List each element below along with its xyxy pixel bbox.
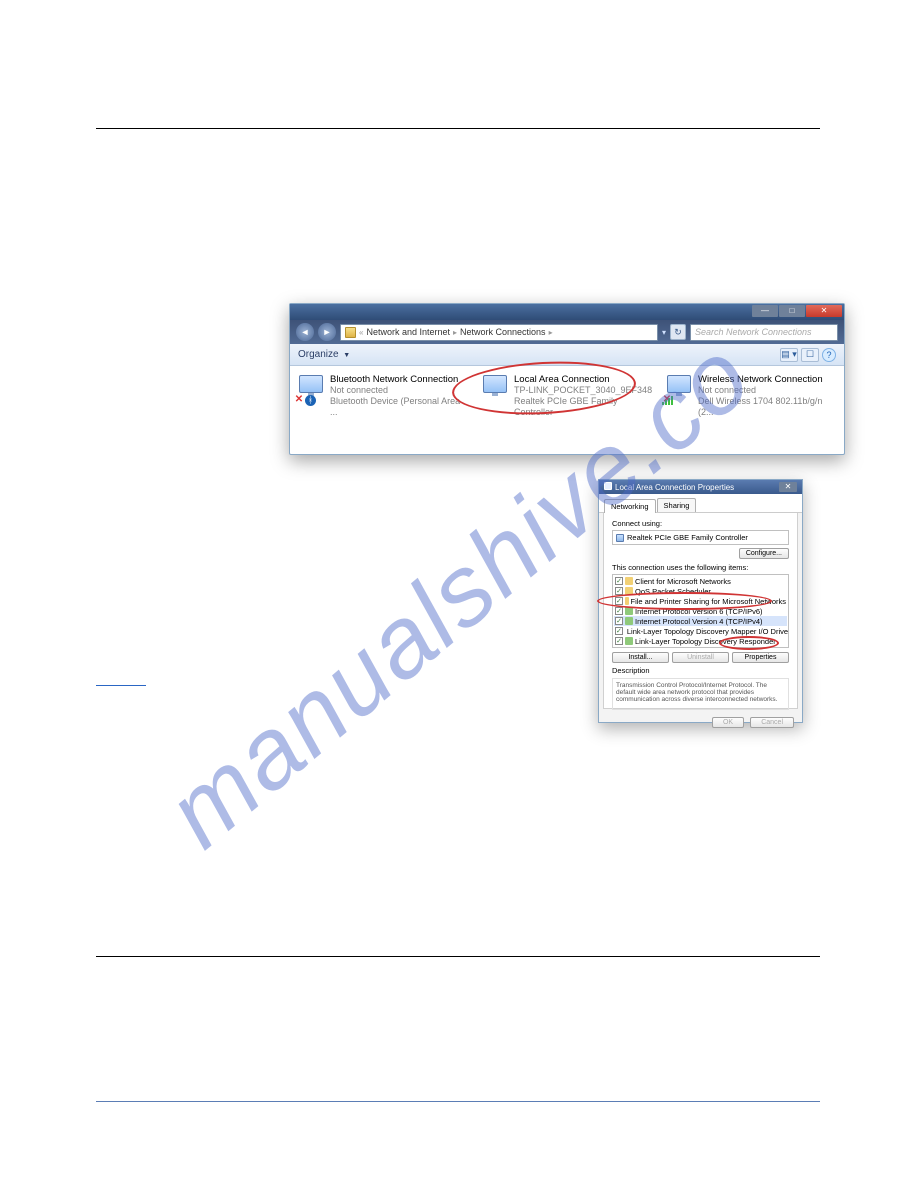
dropdown-chevron-icon[interactable]: ▾ xyxy=(662,328,666,337)
description-label: Description xyxy=(612,666,789,675)
connection-name: Wireless Network Connection xyxy=(698,374,838,385)
window-close-button[interactable]: ✕ xyxy=(806,305,842,317)
connection-wireless[interactable]: ✕ Wireless Network Connection Not connec… xyxy=(664,374,838,418)
window-titlebar[interactable]: — □ ✕ xyxy=(290,304,844,320)
annotation-circle xyxy=(719,636,779,650)
organize-menu[interactable]: Organize ▼ xyxy=(298,349,350,360)
window-minimize-button[interactable]: — xyxy=(752,305,778,317)
item-label: Link-Layer Topology Discovery Mapper I/O… xyxy=(627,627,789,636)
nav-forward-button[interactable]: ► xyxy=(318,323,336,341)
signal-bars-icon xyxy=(662,395,674,405)
horizontal-rule xyxy=(96,956,820,957)
breadcrumb-bar[interactable]: « Network and Internet ▸ Network Connect… xyxy=(340,324,658,341)
help-button[interactable]: ? xyxy=(822,348,836,362)
search-input[interactable]: Search Network Connections xyxy=(690,324,838,341)
checkbox-icon[interactable]: ✓ xyxy=(615,617,623,625)
list-item[interactable]: ✓ Link-Layer Topology Discovery Mapper I/… xyxy=(614,626,787,636)
properties-button[interactable]: Properties xyxy=(732,652,789,663)
adapter-field: Realtek PCIe GBE Family Controller xyxy=(612,530,789,545)
ok-button[interactable]: OK xyxy=(712,717,744,728)
adapter-name: Realtek PCIe GBE Family Controller xyxy=(627,533,748,542)
network-adapter-icon xyxy=(616,534,624,542)
dialog-titlebar[interactable]: Local Area Connection Properties ✕ xyxy=(599,480,802,494)
item-label: Internet Protocol Version 4 (TCP/IPv4) xyxy=(635,617,763,626)
window-maximize-button[interactable]: □ xyxy=(779,305,805,317)
connect-using-label: Connect using: xyxy=(612,519,789,528)
list-item-selected[interactable]: ✓ Internet Protocol Version 4 (TCP/IPv4) xyxy=(614,616,787,626)
annotation-circle xyxy=(597,592,772,610)
protocol-icon xyxy=(625,637,633,645)
preview-pane-button[interactable]: ☐ xyxy=(801,348,819,362)
checkbox-icon[interactable]: ✓ xyxy=(615,627,623,635)
dialog-body: Connect using: Realtek PCIe GBE Family C… xyxy=(603,513,798,709)
list-item[interactable]: ✓ Client for Microsoft Networks xyxy=(614,576,787,586)
cancel-button[interactable]: Cancel xyxy=(750,717,794,728)
install-button[interactable]: Install... xyxy=(612,652,669,663)
link-underline-fragment xyxy=(96,685,146,686)
address-toolbar: ◄ ► « Network and Internet ▸ Network Con… xyxy=(290,320,844,344)
organize-label: Organize xyxy=(298,349,339,360)
dialog-footer: OK Cancel xyxy=(599,713,802,732)
connection-status: Not connected xyxy=(330,385,470,396)
tab-sharing[interactable]: Sharing xyxy=(657,498,697,512)
connection-name: Bluetooth Network Connection xyxy=(330,374,470,385)
folder-icon xyxy=(345,327,356,338)
bluetooth-connection-icon: ✕ ᚼ xyxy=(296,374,326,404)
breadcrumb-item[interactable]: Network and Internet xyxy=(366,327,450,337)
checkbox-icon[interactable]: ✓ xyxy=(615,577,623,585)
description-text: Transmission Control Protocol/Internet P… xyxy=(612,678,789,710)
dialog-title: Local Area Connection Properties xyxy=(615,483,734,492)
tab-bar: Networking Sharing xyxy=(599,494,802,513)
uninstall-button: Uninstall xyxy=(672,652,729,663)
protocol-icon xyxy=(625,617,633,625)
connection-status: Not connected xyxy=(698,385,838,396)
nav-back-button[interactable]: ◄ xyxy=(296,323,314,341)
item-label: Client for Microsoft Networks xyxy=(635,577,731,586)
breadcrumb-separator: ▸ xyxy=(549,328,553,337)
connection-device: Dell Wireless 1704 802.11b/g/n (2... xyxy=(698,396,838,418)
breadcrumb-separator: « xyxy=(359,328,363,337)
dialog-icon xyxy=(604,482,612,490)
horizontal-rule xyxy=(96,128,820,129)
wireless-connection-icon: ✕ xyxy=(664,374,694,404)
checkbox-icon[interactable]: ✓ xyxy=(615,607,623,615)
chevron-down-icon: ▼ xyxy=(341,352,350,359)
bluetooth-symbol-icon: ᚼ xyxy=(305,395,316,406)
breadcrumb-separator: ▸ xyxy=(453,328,457,337)
footer-rule xyxy=(96,1101,820,1102)
disconnected-badge-icon: ✕ xyxy=(294,395,304,405)
client-icon xyxy=(625,577,633,585)
dialog-close-button[interactable]: ✕ xyxy=(779,482,797,492)
items-label: This connection uses the following items… xyxy=(612,563,789,572)
connection-device: Bluetooth Device (Personal Area ... xyxy=(330,396,470,418)
configure-button[interactable]: Configure... xyxy=(739,548,789,559)
breadcrumb-item[interactable]: Network Connections xyxy=(460,327,546,337)
connection-bluetooth[interactable]: ✕ ᚼ Bluetooth Network Connection Not con… xyxy=(296,374,470,418)
refresh-button[interactable]: ↻ xyxy=(670,324,686,340)
checkbox-icon[interactable]: ✓ xyxy=(615,637,623,645)
view-options-button[interactable]: ▤ ▾ xyxy=(780,348,798,362)
tab-networking[interactable]: Networking xyxy=(604,499,656,513)
